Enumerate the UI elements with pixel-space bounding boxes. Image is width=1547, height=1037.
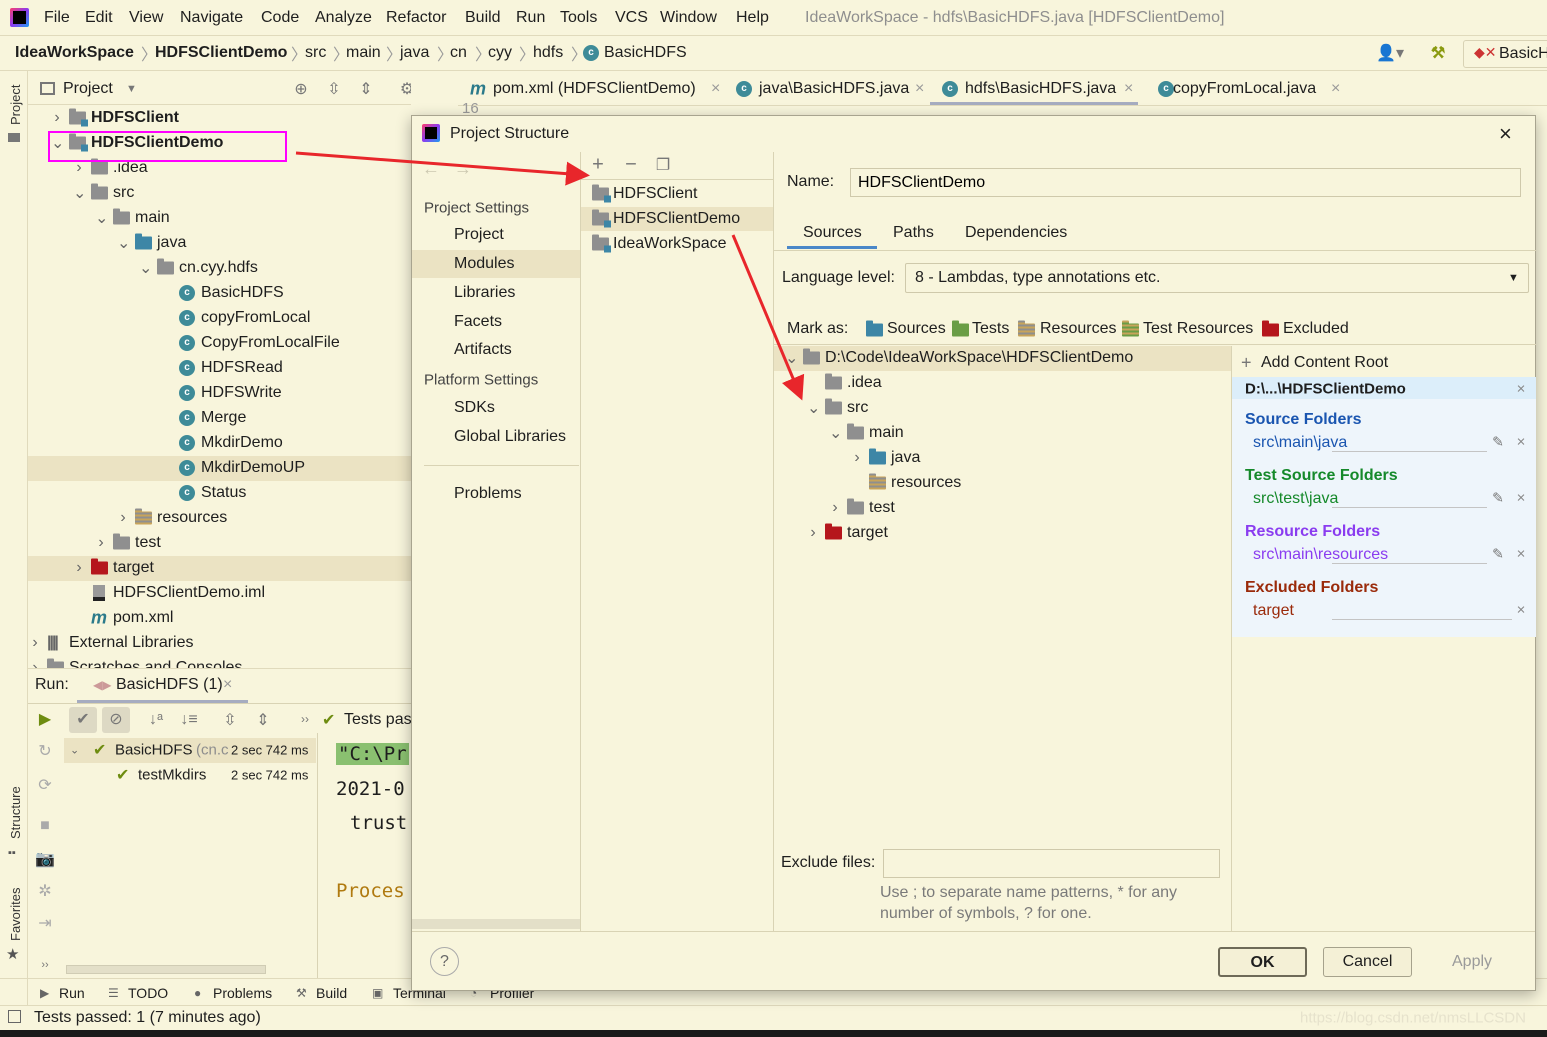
annotation-arrow (295, 151, 590, 186)
annotation-arrow (731, 234, 805, 401)
annotation-arrows (295, 151, 805, 401)
